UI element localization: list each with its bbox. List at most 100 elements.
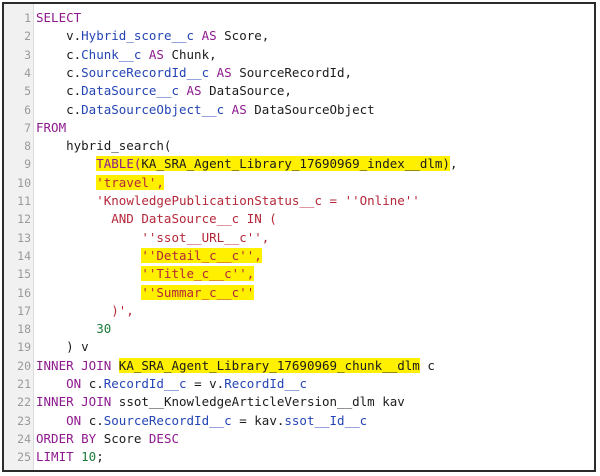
line-number: 17 [17,303,31,318]
line-number: 8 [24,139,31,154]
code-text: hybrid_search( [36,137,171,155]
code-token: DESC [148,430,179,446]
code-line[interactable]: 23 ON c.SourceRecordId__c = kav.ssot__Id… [4,412,594,430]
code-line[interactable]: 10 'travel', [4,174,594,192]
code-token: ssot__KnowledgeArticleVersion__dlm kav [118,394,405,410]
code-token: RecordId__c [103,376,187,391]
highlighted-token: TABLE( [96,156,142,172]
line-number: 23 [17,413,31,428]
code-token: Chunk, [171,46,217,62]
code-token: , [449,156,458,172]
line-number: 22 [17,395,31,410]
code-text: INNER JOIN ssot__KnowledgeArticleVersion… [36,393,405,411]
line-number: 6 [24,102,31,117]
code-line[interactable]: 3 c.Chunk__c AS Chunk, [4,46,594,64]
code-token: ON [36,412,89,428]
code-line[interactable]: 4 c.SourceRecordId__c AS SourceRecordId, [4,64,594,82]
code-token: = kav. [231,412,285,428]
code-text: ON c.SourceRecordId__c = kav.ssot__Id__c [36,412,367,430]
code-token: DataSource__c [81,83,179,99]
code-line[interactable]: 12 AND DataSource__c IN ( [4,210,594,228]
code-token: SourceRecordId__c [81,64,210,80]
code-token: c. [36,83,82,99]
code-line[interactable]: 1 SELECT [4,9,594,27]
line-number: 7 [24,120,31,135]
code-line[interactable]: 21 ON c.RecordId__c = v.RecordId__c [4,375,594,393]
line-number: 12 [17,212,31,227]
code-line[interactable]: 22 INNER JOIN ssot__KnowledgeArticleVersi… [4,393,594,411]
code-token: ''ssot__URL__c'', [36,229,270,245]
code-line[interactable]: 19 ) v [4,338,594,356]
code-token: ssot__Id__c [284,412,368,428]
line-number: 20 [17,358,31,373]
code-text: c.SourceRecordId__c AS SourceRecordId, [36,64,352,82]
highlighted-token: ''Summar_c__c'' [141,284,255,300]
code-line[interactable]: 9 TABLE(KA_SRA_Agent_Library_17690969_in… [4,155,594,173]
sql-editor[interactable]: 1 SELECT 2 v.Hybrid_score__c AS Score, 3 c.… [2,2,596,472]
code-token: AND DataSource__c IN ( [36,211,277,227]
code-line[interactable]: 16 ''Summar_c__c'' [4,284,594,302]
code-line[interactable]: 7 FROM [4,119,594,137]
code-text: )', [36,302,134,320]
code-token: LIMIT [36,449,82,465]
code-line[interactable]: 2 v.Hybrid_score__c AS Score, [4,27,594,45]
code-line[interactable]: 13 ''ssot__URL__c'', [4,229,594,247]
code-line[interactable]: 8 hybrid_search( [4,137,594,155]
code-token: v [81,339,89,355]
code-token: Score, [224,28,270,44]
code-token: c. [36,64,82,80]
code-line[interactable]: 20 INNER JOIN KA_SRA_Agent_Library_176909… [4,357,594,375]
code-token: c. [36,101,82,117]
code-token: hybrid_search( [36,138,172,154]
code-text: ) v [36,338,89,356]
code-line[interactable]: 11 'KnowledgePublicationStatus__c = ''On… [4,192,594,210]
code-text: c.DataSource__c AS DataSource, [36,82,292,100]
code-line[interactable]: 15 ''Title_c__c'', [4,265,594,283]
line-number: 5 [24,84,31,99]
highlighted-token: KA_SRA_Agent_Library_17690969_index__dlm… [141,156,450,172]
code-token: = v. [186,376,225,391]
code-text: 'KnowledgePublicationStatus__c = ''Onlin… [36,192,420,210]
code-text: INNER JOIN KA_SRA_Agent_Library_17690969… [36,357,435,375]
code-text: ''Detail_c__c'', [36,247,262,265]
code-token: c [419,357,435,373]
code-token: c. [88,412,104,428]
code-token: 30 [96,321,112,337]
code-token: ; [96,449,104,465]
code-line[interactable]: 24 ORDER BY Score DESC [4,430,594,448]
code-token: AS [194,28,225,44]
code-line[interactable]: 25 LIMIT 10; [4,448,594,466]
code-line[interactable]: 6 c.DataSourceObject__c AS DataSourceObj… [4,101,594,119]
code-token: c. [36,46,82,62]
code-text: LIMIT 10; [36,448,104,466]
code-line[interactable]: 17 )', [4,302,594,320]
code-text: ORDER BY Score DESC [36,430,179,448]
code-text: AND DataSource__c IN ( [36,210,277,228]
code-token: SELECT [36,10,82,25]
code-line[interactable]: 18 30 [4,320,594,338]
highlighted-token: 'travel', [96,174,164,190]
code-text: FROM [36,119,66,137]
code-token: v. [36,28,82,44]
line-number: 24 [17,431,31,446]
code-token: DataSourceObject__c [81,101,225,117]
code-token: ) [36,339,82,355]
line-number: 13 [17,230,31,245]
code-token: INNER JOIN [36,357,119,373]
code-token: FROM [36,119,67,135]
line-number: 11 [17,194,31,208]
code-line[interactable]: 14 ''Detail_c__c'', [4,247,594,265]
code-token: SourceRecordId__c [103,412,232,428]
code-text: TABLE(KA_SRA_Agent_Library_17690969_inde… [36,155,457,173]
code-token: ORDER BY [36,430,104,446]
code-line[interactable]: 5 c.DataSource__c AS DataSource, [4,82,594,100]
code-text: ''ssot__URL__c'', [36,229,269,247]
highlighted-token: KA_SRA_Agent_Library_17690969_chunk__dlm [118,357,420,373]
line-number: 10 [17,175,31,190]
code-text: c.DataSourceObject__c AS DataSourceObjec… [36,101,375,119]
